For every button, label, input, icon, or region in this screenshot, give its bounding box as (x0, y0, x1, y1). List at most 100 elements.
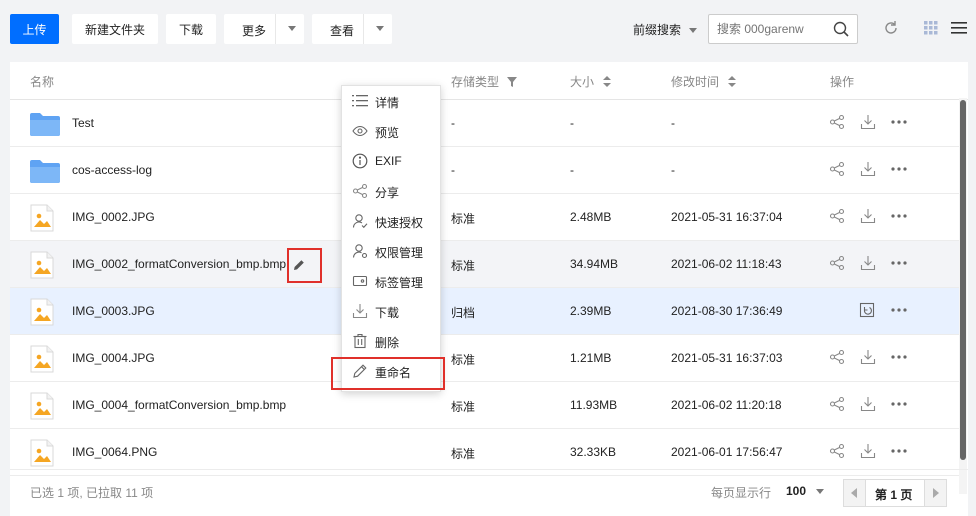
view-dropdown[interactable]: 查看 (312, 14, 392, 44)
current-page[interactable]: 第 1 页 (875, 486, 912, 503)
menu-item[interactable]: 权限管理 (342, 236, 440, 266)
chevron-down-icon (376, 26, 384, 31)
file-name-link[interactable]: IMG_0002_formatConversion_bmp.bmp (72, 257, 286, 271)
column-actions: 操作 (830, 75, 855, 89)
share-icon[interactable] (829, 443, 845, 462)
share-icon[interactable] (829, 255, 845, 274)
table-row[interactable]: IMG_0003.JPG 归档 2.39MB 2021-08-30 17:36:49 (10, 288, 960, 335)
more-icon[interactable] (890, 443, 908, 462)
search-icon[interactable] (833, 21, 849, 40)
download-icon[interactable] (860, 396, 876, 415)
table-row[interactable]: IMG_0004.JPG 标准 1.21MB 2021-05-31 16:37:03 (10, 335, 960, 382)
restore-icon[interactable] (859, 302, 875, 321)
per-page-select[interactable]: 100 (786, 484, 806, 498)
storage-type-cell: 标准 (451, 400, 476, 414)
list-view-icon[interactable] (951, 21, 967, 38)
storage-type-cell: 标准 (451, 212, 476, 226)
pagination: 第 1 页 (843, 479, 947, 507)
storage-type-cell: - (451, 163, 455, 177)
download-icon[interactable] (860, 114, 876, 133)
more-icon[interactable] (890, 396, 908, 415)
column-name: 名称 (30, 75, 55, 89)
menu-item-label: 标签管理 (375, 276, 424, 290)
eye-icon (352, 123, 368, 142)
share-icon[interactable] (829, 208, 845, 227)
size-cell: 11.93MB (570, 398, 618, 412)
share-icon (352, 183, 368, 202)
share-icon[interactable] (829, 114, 845, 133)
download-icon[interactable] (860, 349, 876, 368)
download-icon (352, 303, 368, 322)
column-storage-type[interactable]: 存储类型 (451, 73, 518, 90)
menu-item[interactable]: 详情 (342, 86, 440, 116)
column-modified[interactable]: 修改时间 (671, 73, 737, 90)
file-name-link[interactable]: IMG_0002.JPG (72, 210, 155, 224)
search-mode-label: 前缀搜索 (633, 23, 682, 37)
sort-icon[interactable] (603, 76, 612, 87)
highlight-box (287, 248, 322, 283)
more-icon[interactable] (890, 255, 908, 274)
image-file-icon (30, 298, 54, 329)
file-name-link[interactable]: Test (72, 116, 94, 130)
size-cell: - (570, 163, 574, 177)
highlight-box (331, 357, 445, 390)
image-file-icon (30, 251, 54, 282)
search-input[interactable] (717, 22, 829, 36)
download-icon[interactable] (860, 255, 876, 274)
scrollbar[interactable] (959, 98, 967, 494)
table-row[interactable]: Test - - - (10, 100, 960, 147)
divider (275, 14, 276, 44)
download-icon[interactable] (860, 443, 876, 462)
more-icon[interactable] (890, 302, 908, 321)
next-page-button[interactable] (924, 480, 946, 506)
image-file-icon (30, 204, 54, 235)
more-icon[interactable] (890, 349, 908, 368)
file-name-link[interactable]: IMG_0004.JPG (72, 351, 155, 365)
share-icon[interactable] (829, 396, 845, 415)
menu-item[interactable]: 分享 (342, 176, 440, 206)
upload-button[interactable]: 上传 (10, 14, 59, 44)
download-icon[interactable] (860, 208, 876, 227)
download-button[interactable]: 下载 (166, 14, 216, 44)
size-cell: 34.94MB (570, 257, 619, 271)
more-icon[interactable] (890, 161, 908, 180)
new-folder-button[interactable]: 新建文件夹 (72, 14, 158, 44)
prev-page-button[interactable] (844, 480, 866, 506)
menu-item-label: 预览 (375, 126, 400, 140)
column-size[interactable]: 大小 (570, 73, 612, 90)
file-name-link[interactable]: cos-access-log (72, 163, 152, 177)
grid-view-icon[interactable] (924, 21, 938, 38)
per-page-label: 每页显示行 (711, 486, 772, 500)
refresh-icon[interactable] (882, 19, 900, 40)
menu-item[interactable]: EXIF (342, 146, 440, 176)
filter-icon[interactable] (507, 77, 518, 87)
more-dropdown[interactable]: 更多 (224, 14, 304, 44)
file-name-link[interactable]: IMG_0064.PNG (72, 445, 157, 459)
more-icon[interactable] (890, 114, 908, 133)
table-row[interactable]: cos-access-log - - - (10, 147, 960, 194)
file-name-link[interactable]: IMG_0004_formatConversion_bmp.bmp (72, 398, 286, 412)
table-row[interactable]: IMG_0004_formatConversion_bmp.bmp 标准 11.93… (10, 382, 960, 429)
sort-icon[interactable] (728, 76, 737, 87)
menu-item[interactable]: 预览 (342, 116, 440, 146)
menu-item[interactable]: 快速授权 (342, 206, 440, 236)
table-row[interactable]: IMG_0002.JPG 标准 2.48MB 2021-05-31 16:37:04 (10, 194, 960, 241)
menu-item[interactable]: 标签管理 (342, 266, 440, 296)
file-name-link[interactable]: IMG_0003.JPG (72, 304, 155, 318)
trash-icon (352, 333, 368, 352)
column-storage-type-label: 存储类型 (451, 75, 500, 89)
size-cell: 1.21MB (570, 351, 612, 365)
table-row[interactable]: IMG_0002_formatConversion_bmp.bmp 标准 34.94… (10, 241, 960, 288)
share-icon[interactable] (829, 349, 845, 368)
scrollbar-thumb[interactable] (960, 100, 966, 460)
download-icon[interactable] (860, 161, 876, 180)
menu-item[interactable]: 下载 (342, 296, 440, 326)
menu-item[interactable]: 删除 (342, 326, 440, 356)
search-mode-select[interactable]: 前缀搜索 (633, 21, 698, 38)
user-check-icon (352, 213, 368, 232)
modified-time-cell: - (671, 163, 675, 177)
chevron-down-icon[interactable] (816, 489, 824, 494)
folder-icon (30, 159, 60, 186)
more-icon[interactable] (890, 208, 908, 227)
share-icon[interactable] (829, 161, 845, 180)
